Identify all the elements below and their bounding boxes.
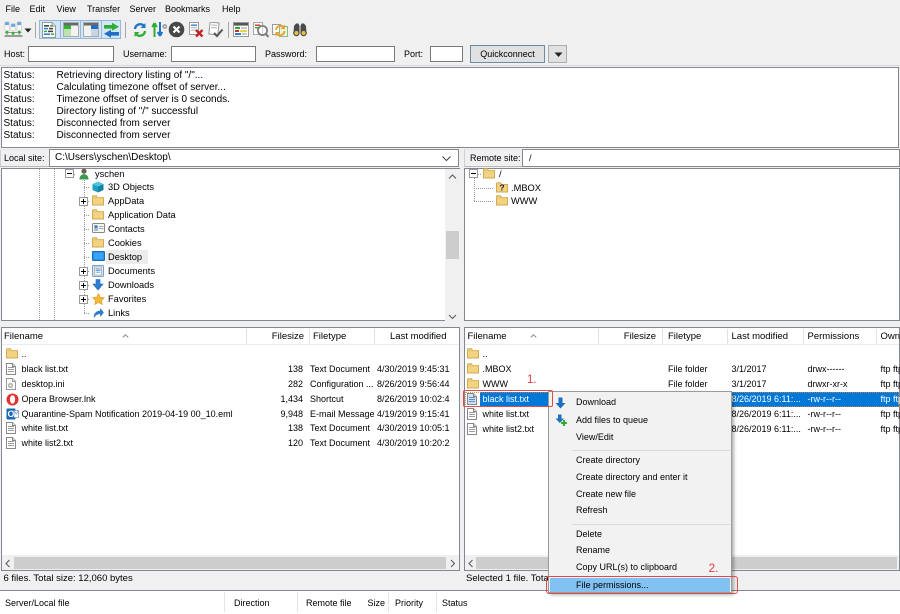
svg-text:O: O <box>7 409 14 419</box>
svg-text:?: ? <box>499 182 504 192</box>
